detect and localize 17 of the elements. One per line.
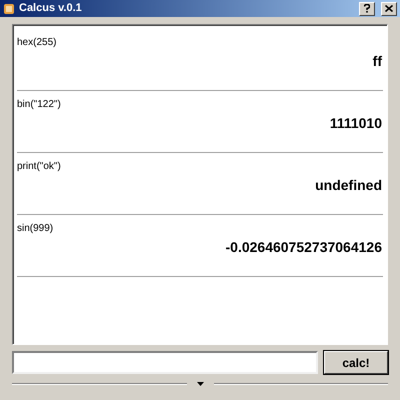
app-icon	[3, 2, 15, 14]
help-button[interactable]	[359, 2, 375, 16]
close-button[interactable]	[381, 2, 397, 16]
result-text: ff	[372, 52, 383, 71]
expression-text: bin("122")	[17, 98, 61, 111]
expression-text: print("ok")	[17, 160, 61, 173]
result-text: 1111010	[330, 114, 383, 133]
window-title: Calcus v.0.1	[19, 1, 83, 16]
expression-text: sin(999)	[17, 222, 54, 235]
input-field[interactable]	[12, 351, 318, 374]
calc-button[interactable]: calc!	[324, 351, 388, 374]
close-icon	[385, 5, 393, 12]
result-text: -0.026460752737064126	[226, 238, 383, 257]
help-icon	[364, 4, 370, 13]
result-text: undefined	[315, 176, 383, 195]
expression-text: hex(255)	[17, 36, 56, 49]
expand-arrow-icon[interactable]	[196, 382, 204, 386]
